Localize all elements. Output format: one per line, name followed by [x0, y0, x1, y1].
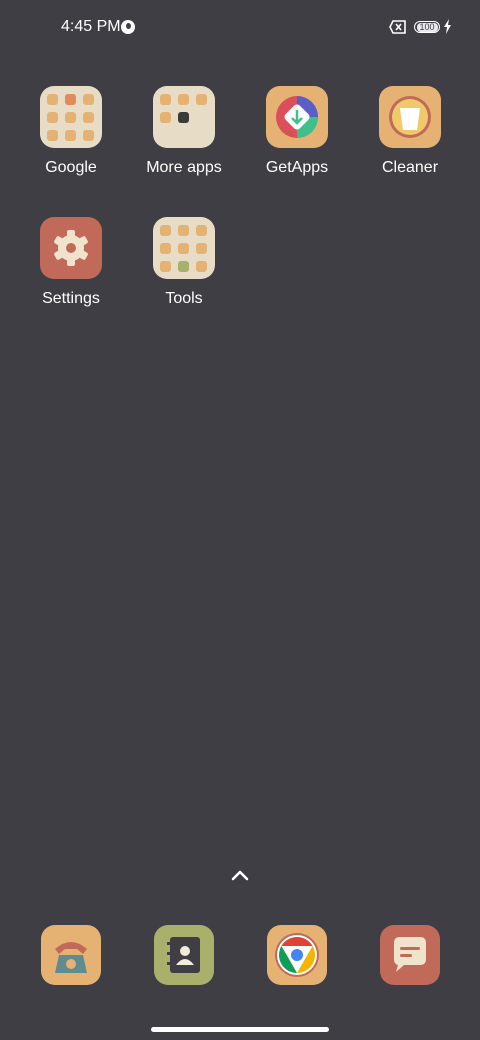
- getapps-logo: [276, 96, 318, 138]
- chat-bubble-icon: [394, 937, 426, 972]
- phone-app[interactable]: [16, 925, 126, 985]
- folder-icon: [40, 86, 102, 148]
- status-bar: 4:45 PM 100: [0, 0, 480, 56]
- app-label: More apps: [146, 159, 222, 176]
- app-label: GetApps: [265, 159, 329, 176]
- folder-icon: [153, 217, 215, 279]
- getapps-icon: [266, 86, 328, 148]
- telephone-icon: [55, 942, 87, 973]
- folder-icon: [153, 86, 215, 148]
- messages-app[interactable]: [355, 925, 465, 985]
- battery-icon: 100: [414, 21, 440, 33]
- more-apps-folder[interactable]: More apps: [129, 86, 239, 177]
- chrome-logo: [275, 933, 319, 977]
- settings-app[interactable]: Settings: [16, 217, 126, 308]
- chrome-icon: [267, 925, 327, 985]
- home-indicator[interactable]: [151, 1027, 329, 1032]
- getapps-app[interactable]: GetApps: [242, 86, 352, 177]
- phone-icon: [41, 925, 101, 985]
- tools-folder[interactable]: Tools: [129, 217, 239, 308]
- google-folder[interactable]: Google: [16, 86, 126, 177]
- do-not-disturb-icon: [121, 20, 135, 34]
- gear-icon: [54, 230, 88, 266]
- settings-icon: [40, 217, 102, 279]
- messages-icon: [380, 925, 440, 985]
- chrome-app[interactable]: [242, 925, 352, 985]
- no-sim-icon: [389, 20, 406, 34]
- contacts-icon: [154, 925, 214, 985]
- status-time: 4:45 PM: [61, 18, 121, 35]
- chevron-up-icon[interactable]: [228, 866, 252, 884]
- battery-level: 100: [416, 22, 438, 32]
- charging-bolt-icon: [444, 19, 451, 34]
- trash-icon: [389, 96, 431, 138]
- app-label: Settings: [42, 290, 100, 307]
- contacts-app[interactable]: [129, 925, 239, 985]
- contact-book-icon: [167, 937, 200, 973]
- cleaner-app[interactable]: Cleaner: [355, 86, 465, 177]
- cleaner-icon: [379, 86, 441, 148]
- app-label: Tools: [165, 290, 203, 307]
- app-label: Google: [45, 159, 97, 176]
- app-label: Cleaner: [381, 159, 439, 176]
